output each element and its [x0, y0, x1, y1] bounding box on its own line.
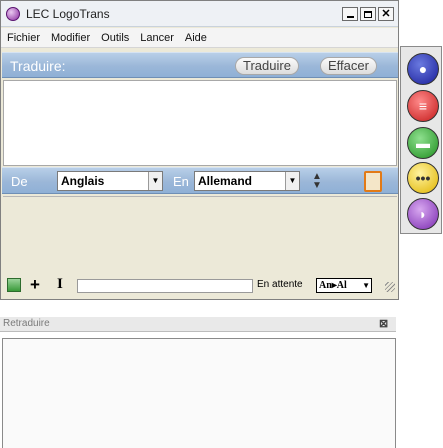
source-text-area[interactable] [3, 80, 397, 166]
chevron-down-icon: ▼ [362, 281, 370, 290]
main-window: LEC LogoTrans ✕ Fichier Modifier Outils … [0, 0, 399, 300]
clear-button[interactable]: Effacer [320, 57, 377, 75]
status-text: En attente [257, 279, 303, 290]
menu-lancer[interactable]: Lancer [140, 32, 174, 44]
clipboard-icon[interactable] [364, 171, 382, 192]
chevron-down-icon[interactable]: ▼ [148, 172, 162, 190]
retranslate-panel-header: Retraduire ⊠ [0, 317, 396, 332]
target-language-select[interactable]: Allemand ▼ [194, 171, 300, 191]
plus-icon[interactable]: + [30, 275, 40, 295]
status-bar: + I En attente An▸Al ▼ [3, 275, 397, 296]
minimize-button[interactable] [342, 7, 358, 21]
person-icon[interactable]: ● [407, 53, 439, 85]
close-button[interactable]: ✕ [378, 7, 394, 21]
language-direction-value: An▸Al [319, 280, 347, 291]
retranslate-panel-title: Retraduire [3, 318, 50, 329]
minimize-icon [346, 15, 354, 18]
menu-modifier[interactable]: Modifier [51, 32, 90, 44]
maximize-icon [364, 10, 372, 18]
window-title: LEC LogoTrans [26, 6, 110, 21]
target-language-label: En [173, 174, 189, 189]
close-icon[interactable]: ⊠ [379, 317, 388, 330]
menu-outils[interactable]: Outils [101, 32, 129, 44]
source-language-select[interactable]: Anglais ▼ [57, 171, 163, 191]
status-field [77, 279, 253, 293]
chat-icon[interactable]: ••• [407, 162, 439, 194]
maximize-button[interactable] [360, 7, 376, 21]
translate-label: Traduire: [10, 58, 66, 74]
menu-aide[interactable]: Aide [185, 32, 207, 44]
close-icon: ✕ [381, 8, 391, 20]
book-icon[interactable]: ≡ [407, 90, 439, 122]
window-controls: ✕ [342, 7, 394, 21]
source-language-label: De [11, 174, 28, 189]
resize-grip-icon[interactable] [385, 282, 395, 292]
speech-bubble-icon[interactable]: ◗ [407, 198, 439, 230]
translate-toolbar: Traduire: Traduire Effacer [2, 52, 398, 78]
menu-fichier[interactable]: Fichier [7, 32, 40, 44]
title-bar: LEC LogoTrans ✕ [1, 1, 398, 27]
swap-languages-icon[interactable]: ▲ ▼ [309, 172, 325, 191]
chevron-down-icon[interactable]: ▼ [285, 172, 299, 190]
retranslate-text-area[interactable] [2, 338, 396, 448]
source-language-value: Anglais [61, 174, 105, 188]
target-language-value: Allemand [198, 174, 253, 188]
text-cursor-icon[interactable]: I [57, 276, 63, 293]
app-logo-icon[interactable] [6, 6, 20, 21]
language-direction-select[interactable]: An▸Al ▼ [316, 278, 372, 293]
language-toolbar: De Anglais ▼ En Allemand ▼ ▲ ▼ [2, 167, 398, 194]
side-toolbar: ● ≡ ▬ ••• ◗ [400, 46, 442, 234]
hat-icon[interactable]: ▬ [407, 127, 439, 159]
monitor-icon[interactable] [7, 278, 21, 292]
menu-bar: Fichier Modifier Outils Lancer Aide [1, 28, 398, 48]
translate-button[interactable]: Traduire [235, 57, 299, 75]
target-text-area[interactable] [3, 196, 397, 274]
